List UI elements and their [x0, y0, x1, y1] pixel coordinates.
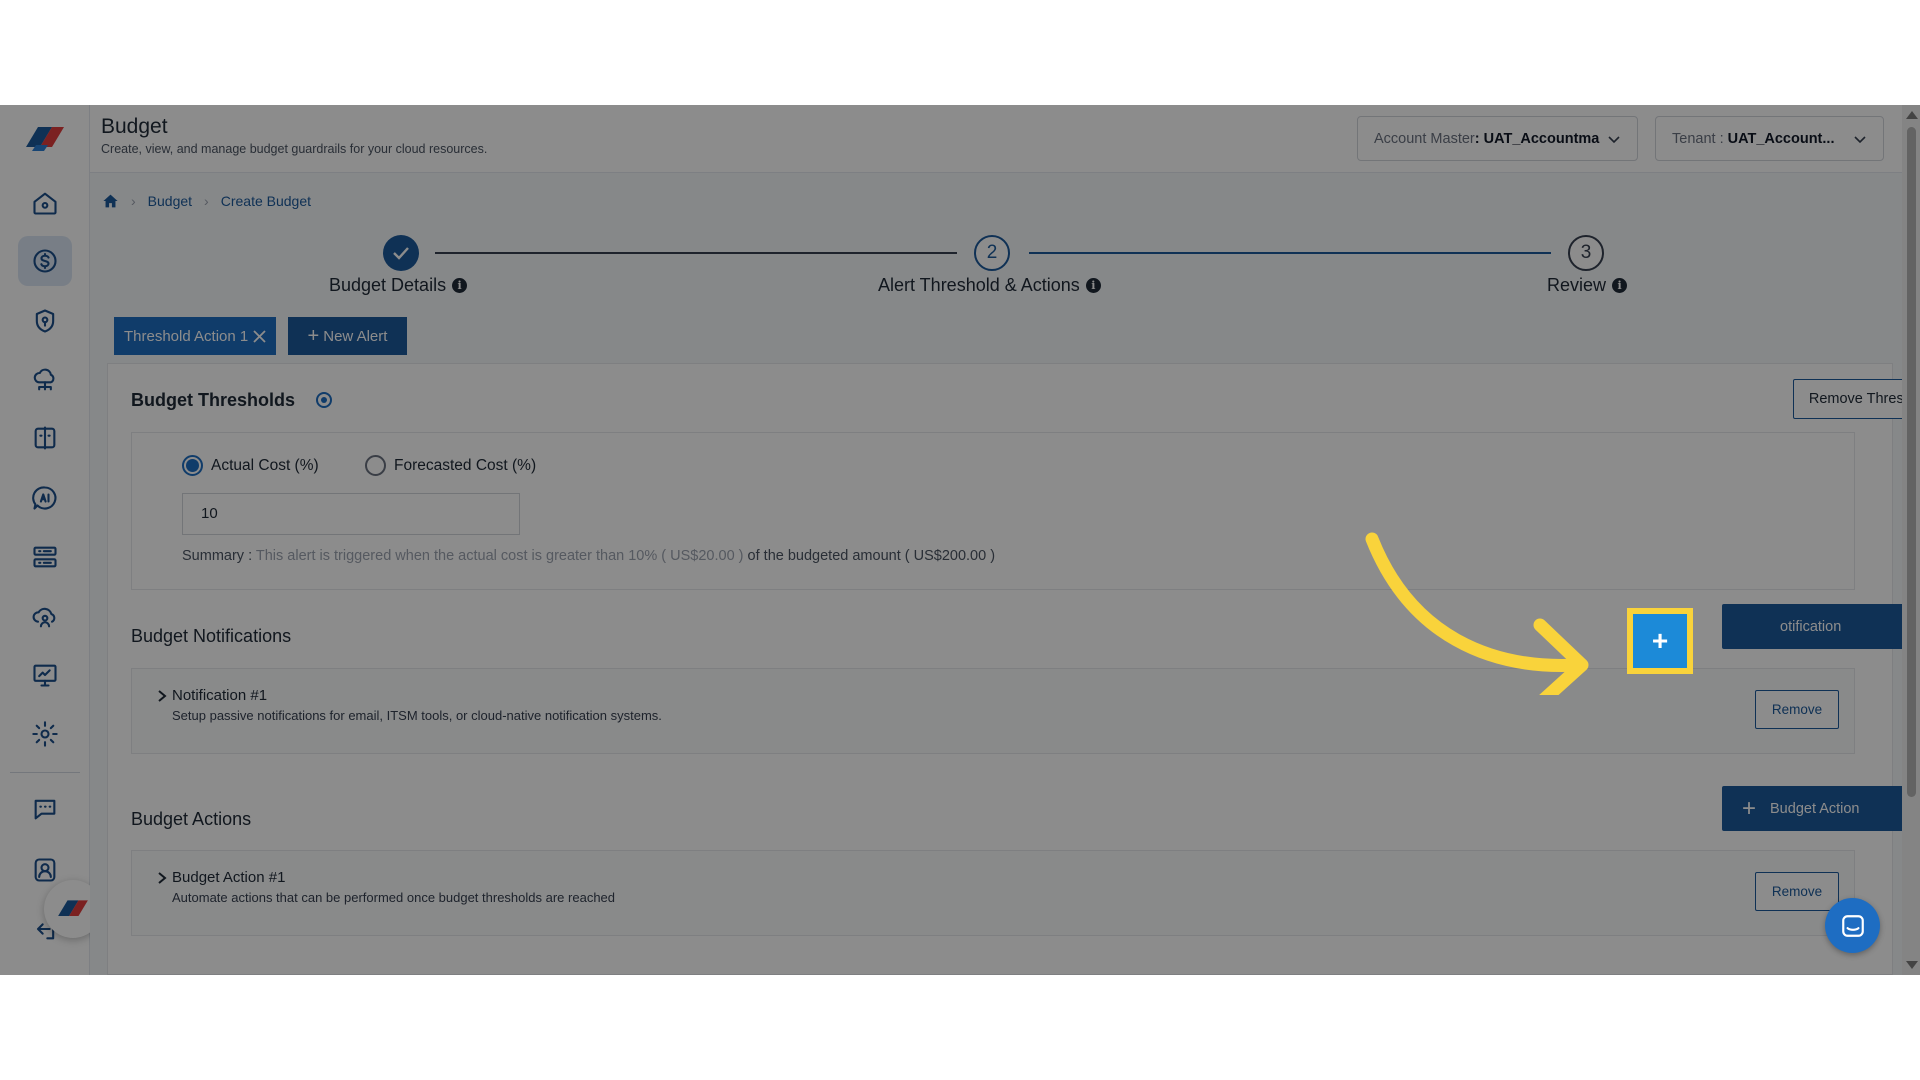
radio-checked-icon	[182, 455, 203, 476]
tenant-label: Tenant :	[1672, 130, 1724, 147]
radio-forecasted-label: Forecasted Cost (%)	[394, 456, 537, 474]
budget-action-item-desc: Automate actions that can be performed o…	[172, 890, 616, 905]
add-notification-label: otification	[1780, 618, 1842, 635]
plus-icon: +	[1742, 794, 1757, 822]
add-budget-action-button[interactable]: + Budget Action	[1722, 786, 1920, 831]
tutorial-arrow-icon	[1365, 532, 1589, 695]
summary-text: This alert is triggered when the actual …	[255, 548, 658, 564]
app-logo[interactable]	[22, 123, 68, 153]
step-connector	[1029, 252, 1551, 254]
info-icon[interactable]: i	[452, 278, 468, 293]
nav-security-icon[interactable]	[18, 296, 72, 346]
nav-cloud-user-icon[interactable]	[18, 592, 72, 642]
step-1-label: Budget Details i	[329, 275, 468, 296]
close-icon[interactable]	[253, 329, 266, 343]
new-alert-button[interactable]: + New Alert	[288, 317, 407, 355]
tenant-select[interactable]: Tenant : UAT_Account...	[1655, 116, 1884, 161]
step-3-number: 3	[1568, 235, 1604, 271]
step-1-label-text: Budget Details	[329, 275, 447, 295]
page-scrollbar[interactable]	[1902, 105, 1920, 975]
chat-icon	[1841, 914, 1864, 937]
remove-threshold-button[interactable]: Remove Threshold	[1793, 379, 1920, 419]
sidebar-divider	[10, 772, 80, 773]
threshold-summary: Summary : This alert is triggered when t…	[182, 548, 995, 564]
step-1-complete-icon	[383, 235, 419, 271]
step-connector	[435, 252, 957, 254]
radio-forecasted-cost[interactable]: Forecasted Cost (%)	[365, 455, 536, 476]
new-alert-label: New Alert	[323, 327, 388, 345]
add-budget-action-label: Budget Action	[1770, 800, 1860, 817]
account-master-label: Account Master	[1374, 130, 1475, 147]
nav-ai-icon[interactable]	[18, 473, 72, 523]
budget-action-item: Budget Action #1 Automate actions that c…	[131, 850, 1855, 936]
app-window: 47 Budget Create, view, and manage budge…	[0, 105, 1920, 975]
sidebar: 47	[0, 105, 120, 975]
chevron-right-icon[interactable]	[156, 689, 168, 703]
account-master-select[interactable]: Account Master : UAT_Accountma	[1357, 116, 1638, 161]
nav-home-icon[interactable]	[18, 178, 72, 228]
nav-budget-icon[interactable]	[18, 236, 72, 286]
page-header: Budget Create, view, and manage budget g…	[90, 105, 1920, 173]
account-master-value: : UAT_Accountma	[1474, 130, 1600, 147]
chevron-down-icon	[1854, 135, 1866, 143]
home-icon[interactable]	[102, 193, 119, 209]
chat-support-button[interactable]	[1825, 898, 1880, 953]
info-circle-icon[interactable]	[316, 392, 333, 408]
assistant-logo-icon	[58, 900, 88, 917]
thresholds-title-text: Budget Thresholds	[131, 390, 296, 410]
tenant-value: UAT_Account...	[1727, 130, 1835, 147]
step-2-label-text: Alert Threshold & Actions	[878, 275, 1080, 295]
nav-settings-icon[interactable]	[18, 709, 72, 759]
plus-icon: +	[1651, 625, 1669, 656]
nav-cloud-network-icon[interactable]	[18, 355, 72, 405]
breadcrumb-separator: ›	[204, 193, 209, 209]
nav-servers-icon[interactable]	[18, 532, 72, 582]
info-icon[interactable]: i	[1612, 278, 1628, 293]
add-notification-button[interactable]: otification	[1722, 604, 1920, 649]
budget-action-row[interactable]: Budget Action #1 Automate actions that c…	[132, 851, 1854, 935]
tab-threshold-label: Threshold Action 1	[124, 327, 249, 345]
radio-actual-label: Actual Cost (%)	[211, 456, 319, 474]
notifications-title: Budget Notifications	[131, 626, 292, 646]
breadcrumb: › Budget › Create Budget	[102, 193, 311, 209]
summary-budget-amount: of the budgeted amount ( US$200.00 )	[747, 548, 996, 564]
summary-label: Summary :	[182, 548, 253, 564]
scroll-down-icon[interactable]	[1906, 961, 1918, 969]
remove-budget-action-button[interactable]: Remove	[1755, 872, 1839, 911]
breadcrumb-separator: ›	[131, 193, 136, 209]
scrollbar-thumb[interactable]	[1907, 127, 1916, 797]
radio-unchecked-icon	[365, 455, 386, 476]
plus-icon: +	[307, 325, 320, 347]
summary-amount: ( US$20.00 )	[661, 548, 744, 564]
scroll-up-icon[interactable]	[1906, 111, 1918, 119]
radio-actual-cost[interactable]: Actual Cost (%)	[182, 455, 319, 476]
nav-compare-icon[interactable]	[18, 413, 72, 463]
chevron-right-icon[interactable]	[156, 871, 168, 885]
step-2-number: 2	[974, 235, 1010, 271]
highlighted-add-notification-button[interactable]: +	[1627, 608, 1693, 674]
step-3-label-text: Review	[1547, 275, 1607, 295]
breadcrumb-budget[interactable]: Budget	[148, 193, 192, 209]
notification-item-desc: Setup passive notifications for email, I…	[172, 708, 662, 723]
step-3-label: Review i	[1547, 275, 1628, 296]
info-icon[interactable]: i	[1085, 278, 1101, 293]
thresholds-title: Budget Thresholds	[131, 390, 333, 411]
nav-chat-icon[interactable]	[18, 784, 72, 834]
nav-reports-icon[interactable]	[18, 650, 72, 700]
page-subtitle: Create, view, and manage budget guardrai…	[101, 142, 488, 156]
budget-action-item-title: Budget Action #1	[172, 869, 286, 886]
tab-threshold-action-1[interactable]: Threshold Action 1	[114, 317, 276, 355]
actions-title: Budget Actions	[131, 809, 252, 829]
step-2-label: Alert Threshold & Actions i	[878, 275, 1101, 296]
breadcrumb-create-budget[interactable]: Create Budget	[221, 193, 311, 209]
chevron-down-icon	[1608, 135, 1620, 143]
notification-item-title: Notification #1	[172, 687, 268, 704]
remove-notification-button[interactable]: Remove	[1755, 690, 1839, 729]
threshold-percent-input[interactable]: 10	[182, 493, 520, 535]
page-title: Budget	[101, 115, 168, 138]
